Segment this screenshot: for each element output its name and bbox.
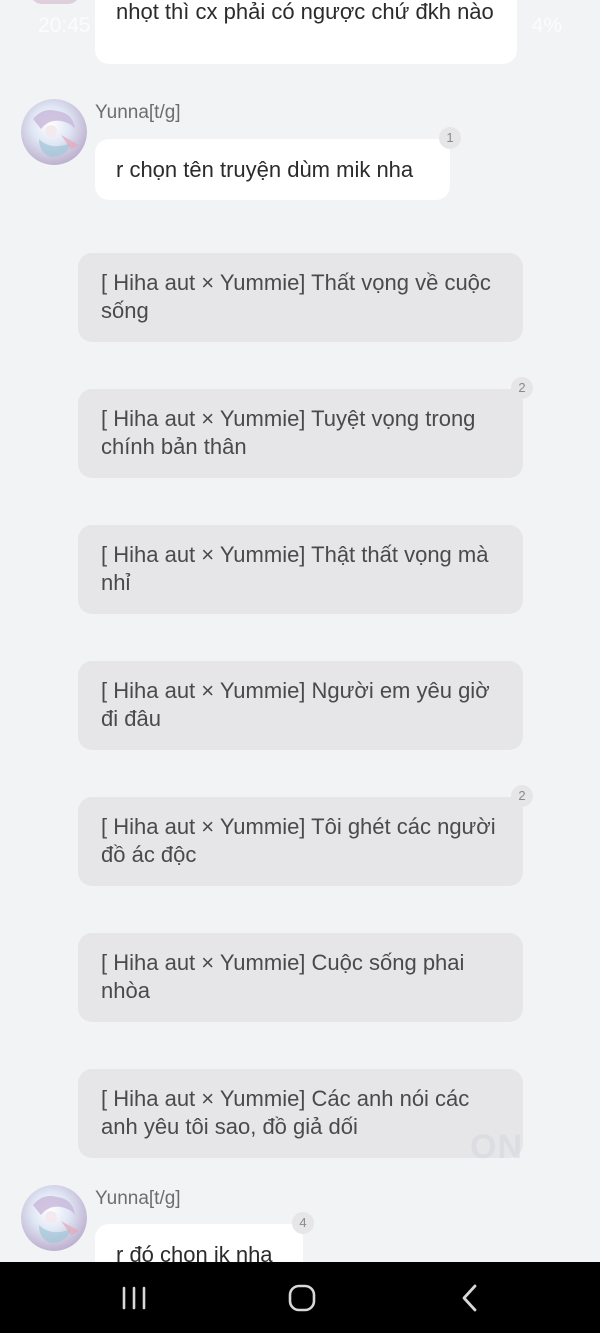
- story-title-option[interactable]: [ Hiha aut × Yummie] Tôi ghét các người …: [78, 797, 523, 886]
- option-text: [ Hiha aut × Yummie] Thất vọng về cuộc s…: [101, 270, 491, 323]
- story-title-option[interactable]: [ Hiha aut × Yummie] Các anh nói các anh…: [78, 1069, 523, 1158]
- home-icon: [288, 1284, 316, 1311]
- story-title-option[interactable]: [ Hiha aut × Yummie] Thật thất vọng mà n…: [78, 525, 523, 614]
- recent-apps-icon: [122, 1286, 146, 1309]
- back-icon: [462, 1284, 477, 1311]
- story-title-option[interactable]: [ Hiha aut × Yummie] Tuyệt vọng trong ch…: [78, 389, 523, 478]
- back-button[interactable]: [410, 1262, 530, 1333]
- story-title-option[interactable]: [ Hiha aut × Yummie] Thất vọng về cuộc s…: [78, 253, 523, 342]
- reaction-count-badge[interactable]: 4: [292, 1212, 314, 1234]
- sender-name: Yunna[t/g]: [95, 102, 181, 123]
- message-bubble[interactable]: nhọt thì cx phải có ngược chứ đkh nào: [95, 0, 517, 64]
- avatar[interactable]: [21, 1185, 87, 1251]
- option-text: [ Hiha aut × Yummie] Thật thất vọng mà n…: [101, 542, 489, 595]
- option-text: [ Hiha aut × Yummie] Người em yêu giờ đi…: [101, 678, 490, 731]
- recent-apps-button[interactable]: [74, 1262, 194, 1333]
- avatar-image: [21, 99, 87, 165]
- message-text: r chọn tên truyện dùm mik nha: [116, 157, 414, 182]
- message-bubble[interactable]: r chọn tên truyện dùm mik nha: [95, 139, 450, 200]
- avatar[interactable]: [21, 99, 87, 165]
- option-text: [ Hiha aut × Yummie] Cuộc sống phai nhòa: [101, 950, 465, 1003]
- story-title-option[interactable]: [ Hiha aut × Yummie] Người em yêu giờ đi…: [78, 661, 523, 750]
- option-text: [ Hiha aut × Yummie] Tôi ghét các người …: [101, 814, 496, 867]
- avatar-image: [21, 1185, 87, 1251]
- reaction-count-badge[interactable]: 1: [439, 127, 461, 149]
- navigation-bar: [0, 1262, 600, 1333]
- watermark: ON: [470, 1128, 523, 1166]
- avatar[interactable]: [30, 0, 80, 4]
- message-text: r đó chọn ik nha: [116, 1242, 273, 1262]
- reaction-count-badge[interactable]: 2: [511, 785, 533, 807]
- sender-name: Yunna[t/g]: [95, 1188, 181, 1209]
- home-button[interactable]: [242, 1262, 362, 1333]
- message-bubble[interactable]: r đó chọn ik nha: [95, 1224, 303, 1262]
- chat-area[interactable]: nhọt thì cx phải có ngược chứ đkh nào Yu…: [0, 0, 600, 1262]
- reaction-count-badge[interactable]: 2: [511, 377, 533, 399]
- message-text: nhọt thì cx phải có ngược chứ đkh nào: [116, 0, 494, 24]
- option-text: [ Hiha aut × Yummie] Tuyệt vọng trong ch…: [101, 406, 476, 459]
- option-text: [ Hiha aut × Yummie] Các anh nói các anh…: [101, 1086, 470, 1139]
- story-title-option[interactable]: [ Hiha aut × Yummie] Cuộc sống phai nhòa: [78, 933, 523, 1022]
